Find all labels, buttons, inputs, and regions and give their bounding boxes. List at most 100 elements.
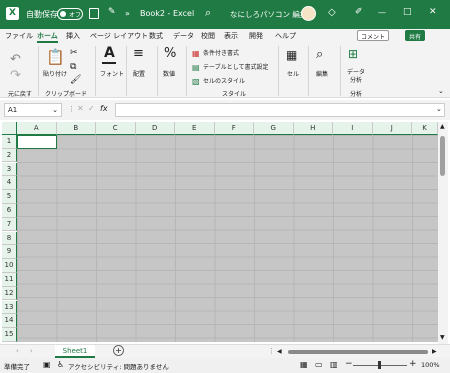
cells-label[interactable]: セル [287, 69, 299, 78]
enter-icon[interactable]: ✓ [88, 104, 95, 113]
row-header-10[interactable]: 10 [2, 259, 17, 273]
cell-style-icon[interactable]: ▧ [192, 75, 200, 88]
column-header-h[interactable]: H [293, 122, 333, 135]
hscroll-left-icon[interactable]: ◀ [277, 348, 282, 355]
column-header-e[interactable]: E [175, 122, 215, 135]
ribbon-collapse-icon[interactable]: ⌄ [438, 87, 444, 95]
row-header-11[interactable]: 11 [2, 273, 17, 287]
normal-view-icon[interactable]: ▦ [300, 360, 308, 369]
column-header-f[interactable]: F [214, 122, 254, 135]
more-commands[interactable]: » [125, 9, 130, 18]
column-header-a[interactable]: A [17, 122, 57, 135]
cell-a1[interactable] [17, 135, 57, 149]
comment-button[interactable]: コメント [357, 30, 390, 41]
menu-data[interactable]: データ [173, 31, 194, 41]
prev-sheet-icon[interactable]: ‹ [16, 347, 19, 355]
autosave-toggle[interactable]: オフ [57, 8, 83, 20]
row-header-9[interactable]: 9 [2, 245, 17, 259]
menu-file[interactable]: ファイル [5, 31, 33, 41]
row-header-14[interactable]: 14 [2, 314, 17, 328]
zoom-in-icon[interactable]: + [409, 359, 417, 369]
percent-icon[interactable]: % [164, 47, 176, 60]
menu-review[interactable]: 校閲 [201, 31, 215, 41]
horizontal-scroll-thumb[interactable] [288, 350, 428, 354]
share-button[interactable]: 共有 [405, 30, 426, 41]
cell-style-label[interactable]: セルのスタイル [203, 76, 245, 85]
row-header-13[interactable]: 13 [2, 300, 17, 315]
row-header-8[interactable]: 8 [2, 231, 17, 246]
page-break-view-icon[interactable]: ▥ [330, 360, 338, 369]
undo-icon[interactable]: ↶ [10, 53, 21, 66]
tab-split-handle[interactable]: ⋮ [268, 347, 275, 355]
cells-icon[interactable]: ▦ [286, 49, 297, 62]
column-header-b[interactable]: B [56, 122, 96, 135]
zoom-slider-thumb[interactable] [378, 361, 381, 369]
minimize-button[interactable]: — [378, 8, 386, 17]
column-header-j[interactable]: J [372, 122, 412, 135]
edit-label[interactable]: 編集 [316, 69, 328, 78]
column-header-c[interactable]: C [96, 122, 136, 135]
vertical-scrollbar[interactable]: ▲ ▼ [438, 122, 448, 344]
data-analysis-icon[interactable]: ⊞ [348, 48, 358, 61]
cut-icon[interactable]: ✂ [70, 47, 78, 60]
formula-input[interactable] [115, 103, 445, 117]
row-header-7[interactable]: 7 [2, 217, 17, 232]
column-header-g[interactable]: G [254, 122, 294, 135]
copy-icon[interactable]: ⧉ [70, 61, 76, 74]
table-format-label[interactable]: テーブルとして書式設定 [203, 62, 268, 71]
add-sheet-button[interactable]: + [113, 345, 124, 356]
row-header-15[interactable]: 15 [2, 328, 17, 342]
sheet-tab-sheet1[interactable]: Sheet1 [55, 345, 95, 358]
scroll-thumb[interactable] [440, 136, 445, 176]
pen-icon[interactable]: ✐ [355, 7, 363, 17]
column-header-k[interactable]: K [412, 122, 438, 135]
column-header-d[interactable]: D [135, 122, 175, 135]
page-layout-view-icon[interactable]: ▭ [315, 360, 323, 369]
row-header-12[interactable]: 12 [2, 286, 17, 301]
scroll-down-icon[interactable]: ▼ [440, 334, 445, 341]
row-header-6[interactable]: 6 [2, 204, 17, 218]
row-header-5[interactable]: 5 [2, 190, 17, 204]
zoom-level[interactable]: 100% [421, 361, 440, 369]
macro-record-icon[interactable]: ▣ [43, 360, 51, 369]
format-painter-icon[interactable]: 🖌 [70, 74, 81, 87]
menu-insert[interactable]: 挿入 [66, 31, 80, 41]
font-label[interactable]: フォント [100, 69, 124, 78]
save-icon[interactable] [89, 8, 99, 19]
diamond-icon[interactable]: ◇ [328, 7, 336, 18]
more-icon[interactable]: ⋮ [68, 105, 75, 113]
row-header-1[interactable]: 1 [2, 135, 17, 149]
scroll-up-icon[interactable]: ▲ [440, 123, 445, 130]
next-sheet-icon[interactable]: › [30, 347, 33, 355]
menu-developer[interactable]: 開発 [249, 31, 263, 41]
menu-view[interactable]: 表示 [224, 31, 238, 41]
zoom-out-icon[interactable]: − [345, 359, 353, 369]
accessibility-status[interactable]: アクセシビリティ: 問題ありません [68, 361, 169, 371]
cell-area[interactable] [17, 135, 438, 342]
close-button[interactable]: ✕ [429, 7, 437, 17]
formula-expand-icon[interactable]: ⌄ [436, 105, 442, 113]
cond-format-label[interactable]: 条件付き書式 [203, 48, 239, 57]
customize-icon[interactable]: ✎ [108, 7, 116, 17]
menu-help[interactable]: ヘルプ [275, 31, 296, 41]
maximize-button[interactable]: □ [403, 7, 412, 17]
number-label[interactable]: 数値 [163, 69, 175, 78]
row-header-2[interactable]: 2 [2, 148, 17, 163]
menu-page-layout[interactable]: ページ レイアウト [90, 31, 148, 41]
menu-home[interactable]: ホーム [37, 31, 58, 43]
row-header-4[interactable]: 4 [2, 176, 17, 190]
align-icon[interactable]: ≡ [133, 47, 144, 60]
select-all-corner[interactable] [2, 122, 17, 135]
paste-icon[interactable]: 📋 [46, 50, 65, 65]
edit-search-icon[interactable]: ⌕ [316, 48, 323, 61]
align-label[interactable]: 配置 [133, 69, 145, 78]
redo-icon[interactable]: ↷ [10, 69, 21, 82]
insert-function-icon[interactable]: fx [100, 104, 108, 113]
cancel-icon[interactable]: ✕ [77, 104, 84, 113]
row-header-3[interactable]: 3 [2, 162, 17, 177]
hscroll-right-icon[interactable]: ▶ [432, 348, 437, 355]
menu-formulas[interactable]: 数式 [149, 31, 163, 41]
avatar[interactable] [301, 6, 316, 21]
conditional-format-icon[interactable]: ▦ [192, 47, 200, 60]
chevron-down-icon[interactable]: ⌄ [52, 106, 58, 114]
